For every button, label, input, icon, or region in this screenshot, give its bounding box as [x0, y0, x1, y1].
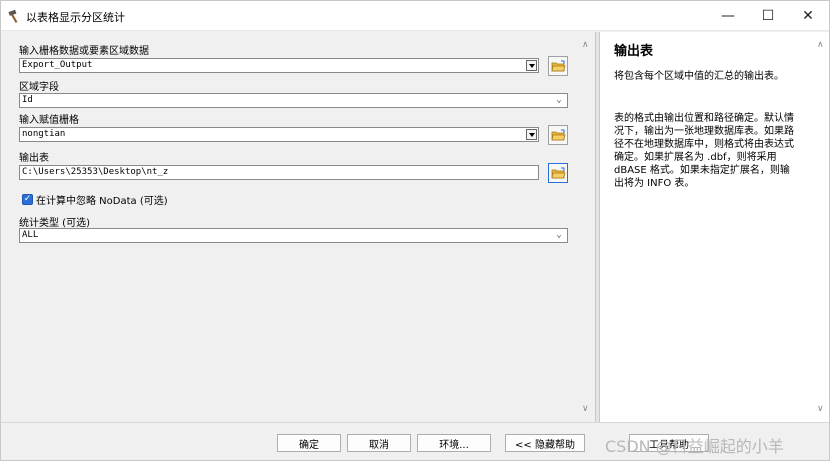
ignore-nodata-checkbox[interactable]: ✓: [22, 193, 33, 205]
input-raster-browse-button[interactable]: [548, 56, 568, 76]
ignore-nodata-label: 在计算中忽略 NoData (可选): [36, 195, 168, 207]
chevron-down-icon: ⌄: [556, 230, 562, 240]
parameters-panel: 输入栅格数据或要素区域数据 Export_Output 区域字段 Id ⌄ 输入…: [1, 32, 595, 422]
help-scrollbar[interactable]: ∧ ∨: [813, 32, 829, 422]
statistics-type-select[interactable]: ALL ⌄: [19, 228, 568, 243]
open-folder-icon: [551, 129, 566, 140]
ok-button[interactable]: 确定: [277, 434, 341, 452]
open-folder-icon: [551, 60, 566, 71]
value-raster-browse-button[interactable]: [548, 125, 568, 145]
watermark-text: CSDN @日益崛起的小羊: [605, 437, 784, 456]
scroll-up-icon[interactable]: ∧: [582, 40, 589, 50]
dropdown-arrow-icon[interactable]: [526, 129, 537, 140]
cancel-button[interactable]: 取消: [347, 434, 411, 452]
maximize-icon: ☐: [761, 8, 775, 24]
statistics-type-label: 统计类型 (可选): [19, 218, 90, 229]
statistics-type-value: ALL: [22, 230, 39, 240]
minimize-icon: —: [721, 8, 735, 24]
output-table-input[interactable]: C:\Users\25353\Desktop\nt_z: [19, 165, 539, 180]
close-button[interactable]: ✕: [785, 1, 829, 31]
help-title: 输出表: [614, 44, 654, 59]
output-table-label: 输出表: [19, 153, 49, 164]
zone-field-label: 区域字段: [19, 82, 59, 93]
scroll-down-icon[interactable]: ∨: [817, 404, 824, 414]
help-paragraph: 表的格式由输出位置和路径确定。默认情况下，输出为一张地理数据库表。如果路径不在地…: [614, 113, 794, 189]
zone-field-value: Id: [22, 95, 33, 105]
close-icon: ✕: [802, 8, 814, 24]
parameters-scrollbar[interactable]: ∧ ∨: [578, 32, 595, 422]
ignore-nodata-row[interactable]: ✓ 在计算中忽略 NoData (可选): [22, 192, 168, 207]
open-folder-icon: [551, 167, 566, 178]
output-table-browse-button[interactable]: [548, 163, 568, 183]
input-raster-combo[interactable]: Export_Output: [19, 58, 539, 73]
window-title: 以表格显示分区统计: [26, 11, 125, 24]
button-bar: 确定 取消 环境... << 隐藏帮助 工具帮助 CSDN @日益崛起的小羊: [1, 422, 829, 460]
input-raster-label: 输入栅格数据或要素区域数据: [19, 46, 149, 57]
dropdown-arrow-icon[interactable]: [526, 60, 537, 71]
help-panel: 输出表 将包含每个区域中值的汇总的输出表。 表的格式由输出位置和路径确定。默认情…: [599, 32, 813, 422]
value-raster-label: 输入赋值栅格: [19, 115, 79, 126]
value-raster-value: nongtian: [22, 129, 66, 139]
hammer-tool-icon: [8, 9, 18, 23]
scroll-up-icon[interactable]: ∧: [817, 40, 824, 50]
value-raster-combo[interactable]: nongtian: [19, 127, 539, 142]
output-table-value: C:\Users\25353\Desktop\nt_z: [22, 167, 169, 177]
hide-help-button[interactable]: << 隐藏帮助: [505, 434, 585, 452]
title-bar: 以表格显示分区统计 — ☐ ✕: [1, 1, 829, 31]
scroll-down-icon[interactable]: ∨: [582, 404, 589, 414]
zone-field-select[interactable]: Id ⌄: [19, 93, 568, 108]
input-raster-value: Export_Output: [22, 60, 93, 70]
environments-button[interactable]: 环境...: [417, 434, 491, 452]
check-icon: ✓: [23, 193, 32, 204]
tool-dialog-window: 以表格显示分区统计 — ☐ ✕ 输入栅格数据或要素区域数据 Export_Out…: [0, 0, 830, 461]
chevron-down-icon: ⌄: [556, 95, 562, 105]
help-paragraph: 将包含每个区域中值的汇总的输出表。: [614, 71, 784, 82]
